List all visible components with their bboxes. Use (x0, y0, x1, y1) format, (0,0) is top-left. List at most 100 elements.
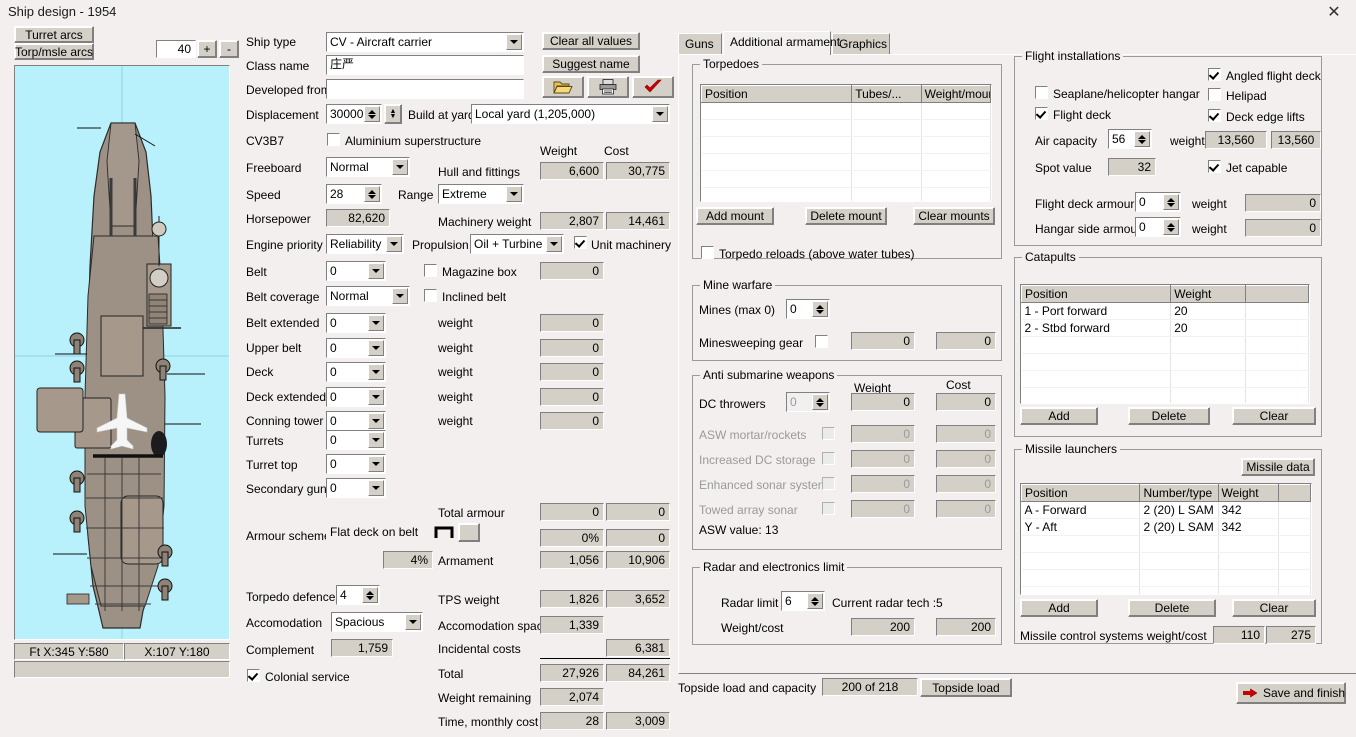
chevron-down-icon[interactable] (368, 263, 384, 279)
add-mount-button[interactable]: Add mount (696, 207, 774, 225)
table-row[interactable]: Y - Aft 2 (20) L SAM 342 (1021, 518, 1311, 536)
missile-clear-button[interactable]: Clear (1232, 599, 1316, 617)
tab-graphics[interactable]: Graphics (832, 33, 890, 55)
chevron-down-icon[interactable] (368, 456, 384, 472)
engine-priority-select[interactable]: Reliability (326, 234, 404, 254)
table-row-empty[interactable] (701, 102, 991, 120)
chevron-down-icon[interactable] (368, 413, 384, 429)
column-header[interactable]: Number/type (1139, 484, 1219, 502)
chevron-down-icon[interactable] (368, 432, 384, 448)
build-at-yard-select[interactable]: Local yard (1,205,000) (471, 104, 670, 124)
turret-arcs-button[interactable]: Turret arcs (14, 26, 94, 43)
chevron-down-icon[interactable] (652, 106, 668, 122)
tab-guns[interactable]: Guns (678, 33, 722, 55)
asw-option-checkbox[interactable] (822, 452, 835, 465)
developed-from-input[interactable] (326, 79, 524, 99)
flight-deck-armour-stepper[interactable]: 0 (1135, 192, 1181, 212)
zoom-in-button[interactable]: + (197, 40, 217, 58)
chevron-down-icon[interactable] (506, 34, 522, 50)
magazine-box-checkbox[interactable] (424, 264, 437, 277)
range-select[interactable]: Extreme (438, 184, 524, 204)
ship-plan-view[interactable] (14, 65, 230, 640)
column-header[interactable]: Position (1021, 484, 1141, 502)
torpedo-defence-stepper[interactable]: 4 (336, 585, 380, 605)
table-row-empty[interactable] (1021, 353, 1309, 371)
catapult-add-button[interactable]: Add (1020, 407, 1098, 425)
air-capacity-updown-icon[interactable] (1134, 131, 1150, 147)
table-row-empty[interactable] (1021, 370, 1309, 388)
column-header[interactable] (1244, 285, 1309, 303)
armour-row-select[interactable]: 0 (326, 313, 386, 333)
table-row-empty[interactable] (1021, 552, 1311, 570)
print-design-button[interactable] (587, 76, 629, 98)
column-header[interactable]: Weight (1217, 484, 1280, 502)
inclined-belt-checkbox[interactable] (424, 289, 437, 302)
mines-stepper[interactable]: 0 (786, 299, 830, 319)
column-header[interactable]: Weight/mount (920, 85, 991, 103)
chevron-down-icon[interactable] (506, 186, 522, 202)
column-header[interactable]: Weight (1170, 285, 1246, 303)
table-row-empty[interactable] (1021, 535, 1311, 553)
minesweeping-gear-checkbox[interactable] (815, 335, 828, 348)
displacement-updown-icon[interactable] (364, 106, 380, 122)
topside-load-button[interactable]: Topside load (920, 678, 1012, 697)
chevron-down-icon[interactable] (368, 364, 384, 380)
armour-row-select[interactable]: 0 (326, 411, 386, 431)
torpedoes-list[interactable]: PositionTubes/...Weight/mount (700, 84, 992, 202)
table-row-empty[interactable] (1021, 336, 1309, 354)
torp-msle-arcs-button[interactable]: Torp/msle arcs (14, 43, 94, 60)
belt-coverage-select[interactable]: Normal (326, 286, 410, 306)
class-name-input[interactable]: 庄严 (326, 55, 524, 75)
column-header[interactable]: Position (701, 85, 853, 103)
missile-delete-button[interactable]: Delete (1128, 599, 1216, 617)
chevron-down-icon[interactable] (368, 480, 384, 496)
dc-throwers-stepper[interactable]: 0 (786, 392, 830, 412)
chevron-down-icon[interactable] (392, 159, 408, 175)
displacement-stepper[interactable]: 30000 (326, 104, 382, 124)
accomodation-select[interactable]: Spacious (331, 612, 423, 632)
table-row-empty[interactable] (1021, 387, 1309, 403)
chevron-down-icon[interactable] (392, 288, 408, 304)
armour-row-select[interactable]: 0 (326, 387, 386, 407)
column-header[interactable]: Position (1021, 285, 1172, 303)
armour-row-select[interactable]: 0 (326, 362, 386, 382)
speed-stepper[interactable]: 28 (326, 184, 382, 204)
radar-limit-stepper[interactable]: 6 (781, 591, 825, 611)
turret-top-select[interactable]: 0 (326, 454, 386, 474)
freeboard-select[interactable]: Normal (326, 157, 410, 177)
table-row-empty[interactable] (701, 170, 991, 188)
catapults-list[interactable]: Position Weight 1 - Port forward 20 2 - Stb… (1020, 284, 1310, 404)
hangar-side-armour-stepper[interactable]: 0 (1135, 217, 1181, 237)
table-row-empty[interactable] (1021, 586, 1311, 594)
table-row-empty[interactable] (701, 187, 991, 201)
chevron-down-icon[interactable] (546, 236, 562, 252)
column-header[interactable]: Tubes/... (851, 85, 922, 103)
armour-row-select[interactable]: 0 (326, 338, 386, 358)
delete-mount-button[interactable]: Delete mount (805, 207, 887, 225)
save-and-finish-button[interactable]: Save and finish (1236, 682, 1346, 704)
table-row-empty[interactable] (701, 119, 991, 137)
flight-deck-checkbox[interactable] (1035, 107, 1048, 120)
radar-limit-updown-icon[interactable] (807, 593, 823, 609)
mines-updown-icon[interactable] (812, 301, 828, 317)
chevron-down-icon[interactable] (386, 236, 402, 252)
missile-data-button[interactable]: Missile data (1241, 458, 1315, 476)
propulsion-select[interactable]: Oil + Turbine (470, 234, 564, 254)
air-capacity-stepper[interactable]: 56 (1108, 129, 1152, 149)
ship-type-select[interactable]: CV - Aircraft carrier (326, 32, 524, 52)
missile-launchers-list[interactable]: Position Number/type Weight A - Forward 2 (… (1020, 483, 1312, 595)
unit-machinery-checkbox[interactable] (574, 236, 587, 249)
table-row-empty[interactable] (701, 153, 991, 171)
missile-add-button[interactable]: Add (1020, 599, 1098, 617)
table-row-empty[interactable] (1021, 569, 1311, 587)
chevron-down-icon[interactable] (368, 315, 384, 331)
torpedo-reloads-checkbox[interactable] (701, 246, 714, 259)
secondary-guns-select[interactable]: 0 (326, 478, 386, 498)
angled-flight-deck-checkbox[interactable] (1208, 68, 1221, 81)
asw-option-checkbox[interactable] (822, 477, 835, 490)
clear-mounts-button[interactable]: Clear mounts (913, 207, 995, 225)
speed-updown-icon[interactable] (364, 186, 380, 202)
helipad-checkbox[interactable] (1208, 88, 1221, 101)
jet-capable-checkbox[interactable] (1208, 160, 1221, 173)
colonial-service-checkbox[interactable] (247, 669, 260, 682)
